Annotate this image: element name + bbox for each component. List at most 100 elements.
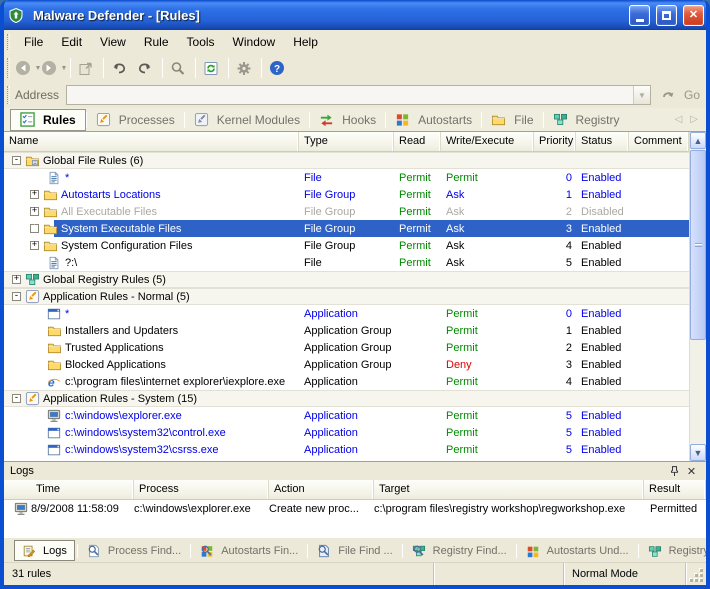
back-button[interactable]: ▼ xyxy=(15,56,41,80)
logs-column-header-process[interactable]: Process xyxy=(134,480,269,499)
logs-close-icon[interactable]: ✕ xyxy=(683,464,700,479)
expander-plus-icon[interactable]: + xyxy=(30,241,39,250)
scroll-up-icon[interactable]: ▲ xyxy=(690,132,706,149)
logs-column-header-time[interactable]: Time xyxy=(4,480,134,499)
search-button[interactable] xyxy=(166,56,192,80)
refresh-button[interactable] xyxy=(199,56,225,80)
view-tab-rules[interactable]: Rules xyxy=(10,108,86,131)
logs-column-header-action[interactable]: Action xyxy=(269,480,374,499)
view-tab-registry[interactable]: Registry xyxy=(544,109,629,130)
folder-icon xyxy=(46,357,62,373)
rule-row[interactable]: ?:\ File Permit Ask 5 Enabled xyxy=(4,254,689,271)
rule-type: Application xyxy=(304,426,358,439)
view-tab-hooks[interactable]: Hooks xyxy=(310,109,385,130)
rule-group-row[interactable]: - Application Rules - System (15) xyxy=(4,390,689,407)
rule-row[interactable]: Blocked Applications Application Group D… xyxy=(4,356,689,373)
logs-column-header-result[interactable]: Result xyxy=(644,480,706,499)
logs-column-header-target[interactable]: Target xyxy=(374,480,644,499)
title-bar[interactable]: Malware Defender - [Rules] ✕ xyxy=(4,0,706,30)
rule-row[interactable]: e c:\program files\internet explorer\iexp… xyxy=(4,373,689,390)
rule-name: Autostarts Locations xyxy=(61,188,161,201)
column-header-type[interactable]: Type xyxy=(299,132,394,151)
rule-row[interactable]: c:\windows\system32\control.exe Applicat… xyxy=(4,424,689,441)
rule-group-row[interactable]: - Application Rules - Normal (5) xyxy=(4,288,689,305)
rule-row[interactable]: * File Permit Permit 0 Enabled xyxy=(4,169,689,186)
rule-row[interactable]: Installers and Updaters Application Grou… xyxy=(4,322,689,339)
menu-item-rule[interactable]: Rule xyxy=(135,32,178,52)
address-dropdown-icon[interactable]: ▼ xyxy=(632,86,650,104)
scrollbar-track[interactable] xyxy=(690,341,706,444)
menu-item-window[interactable]: Window xyxy=(224,32,285,52)
menu-item-file[interactable]: File xyxy=(15,32,52,52)
undo-button[interactable] xyxy=(107,56,133,80)
rule-write-execute: Permit xyxy=(446,409,478,422)
scroll-down-icon[interactable]: ▼ xyxy=(690,444,706,461)
log-row[interactable]: 8/9/2008 11:58:09 c:\windows\explorer.ex… xyxy=(4,500,706,518)
rule-row[interactable]: c:\windows\explorer.exe Application Perm… xyxy=(4,407,689,424)
bottom-tab-logs[interactable]: Logs xyxy=(14,540,75,561)
forward-button[interactable]: ▼ xyxy=(41,56,67,80)
address-input[interactable]: ▼ xyxy=(66,85,651,105)
scrollbar-thumb[interactable] xyxy=(690,150,706,340)
column-header-status[interactable]: Status xyxy=(576,132,629,151)
bottom-tab-registry-undo-[interactable]: Registry Undo... xyxy=(641,541,706,561)
maximize-button[interactable] xyxy=(656,4,677,26)
resize-grip[interactable] xyxy=(686,563,706,585)
menu-item-tools[interactable]: Tools xyxy=(178,32,224,52)
rule-row[interactable]: + Autostarts Locations File Group Permit … xyxy=(4,186,689,203)
rule-status: Enabled xyxy=(581,443,622,456)
column-header-write-execute[interactable]: Write/Execute xyxy=(441,132,534,151)
vertical-scrollbar[interactable]: ▲ ▼ xyxy=(689,132,706,461)
toolbar-grip[interactable] xyxy=(7,58,10,78)
column-header-priority[interactable]: Priority xyxy=(534,132,576,151)
menu-item-help[interactable]: Help xyxy=(284,32,327,52)
bottom-tab-autostarts-fin-[interactable]: Autostarts Fin... xyxy=(193,541,305,561)
address-bar: Address ▼ Go xyxy=(4,82,706,108)
pin-icon[interactable] xyxy=(666,464,683,479)
options-gear-button[interactable] xyxy=(232,56,258,80)
expander-plus-icon[interactable]: + xyxy=(30,224,39,233)
tab-scroll-right-icon[interactable]: ▷ xyxy=(690,114,698,125)
expander-minus-icon[interactable]: - xyxy=(12,292,21,301)
address-label: Address xyxy=(15,88,60,102)
view-tab-autostarts[interactable]: Autostarts xyxy=(386,109,481,130)
column-header-read[interactable]: Read xyxy=(394,132,441,151)
view-tab-processes[interactable]: Processes xyxy=(87,109,184,130)
column-header-comment[interactable]: Comment xyxy=(629,132,689,151)
bottom-tab-autostarts-und-[interactable]: Autostarts Und... xyxy=(519,541,636,561)
expander-minus-icon[interactable]: - xyxy=(12,394,21,403)
go-button[interactable]: Go xyxy=(661,87,700,103)
expander-plus-icon[interactable]: + xyxy=(30,190,39,199)
rule-group-row[interactable]: - Global File Rules (6) xyxy=(4,152,689,169)
column-header-name[interactable]: Name xyxy=(4,132,299,151)
rule-row[interactable]: c:\windows\system32\csrss.exe Applicatio… xyxy=(4,441,689,458)
redo-button[interactable] xyxy=(133,56,159,80)
bottom-tab-file-find-[interactable]: File Find ... xyxy=(310,541,399,561)
rule-row[interactable]: + System Executable Files File Group Perm… xyxy=(4,220,689,237)
rule-write-execute: Permit xyxy=(446,375,478,388)
log-icon xyxy=(22,544,36,558)
menu-item-edit[interactable]: Edit xyxy=(52,32,91,52)
expander-plus-icon[interactable]: + xyxy=(30,207,39,216)
bottom-tab-registry-find-[interactable]: Registry Find... xyxy=(405,541,514,561)
rule-row[interactable]: Trusted Applications Application Group P… xyxy=(4,339,689,356)
jump-button[interactable] xyxy=(74,56,100,80)
rule-row[interactable]: * Application Permit 0 Enabled xyxy=(4,305,689,322)
view-tab-file[interactable]: File xyxy=(482,109,542,130)
menu-item-view[interactable]: View xyxy=(91,32,135,52)
expander-minus-icon[interactable]: - xyxy=(12,156,21,165)
view-tab-kernel-modules[interactable]: Kernel Modules xyxy=(185,109,309,130)
help-button[interactable]: ? xyxy=(265,56,291,80)
bottom-tab-process-find-[interactable]: Process Find... xyxy=(80,541,188,561)
rule-name: c:\program files\internet explorer\iexpl… xyxy=(65,375,286,388)
menubar-grip[interactable] xyxy=(7,33,10,51)
minimize-button[interactable] xyxy=(629,4,650,26)
expander-plus-icon[interactable]: + xyxy=(12,275,21,284)
rule-row[interactable]: + System Configuration Files File Group P… xyxy=(4,237,689,254)
rule-group-row[interactable]: + Global Registry Rules (5) xyxy=(4,271,689,288)
tab-scroll-left-icon[interactable]: ◁ xyxy=(675,114,683,125)
status-mode: Normal Mode xyxy=(564,563,686,585)
rule-row[interactable]: + All Executable Files File Group Permit … xyxy=(4,203,689,220)
close-button[interactable]: ✕ xyxy=(683,4,704,26)
addressbar-grip[interactable] xyxy=(7,85,10,105)
